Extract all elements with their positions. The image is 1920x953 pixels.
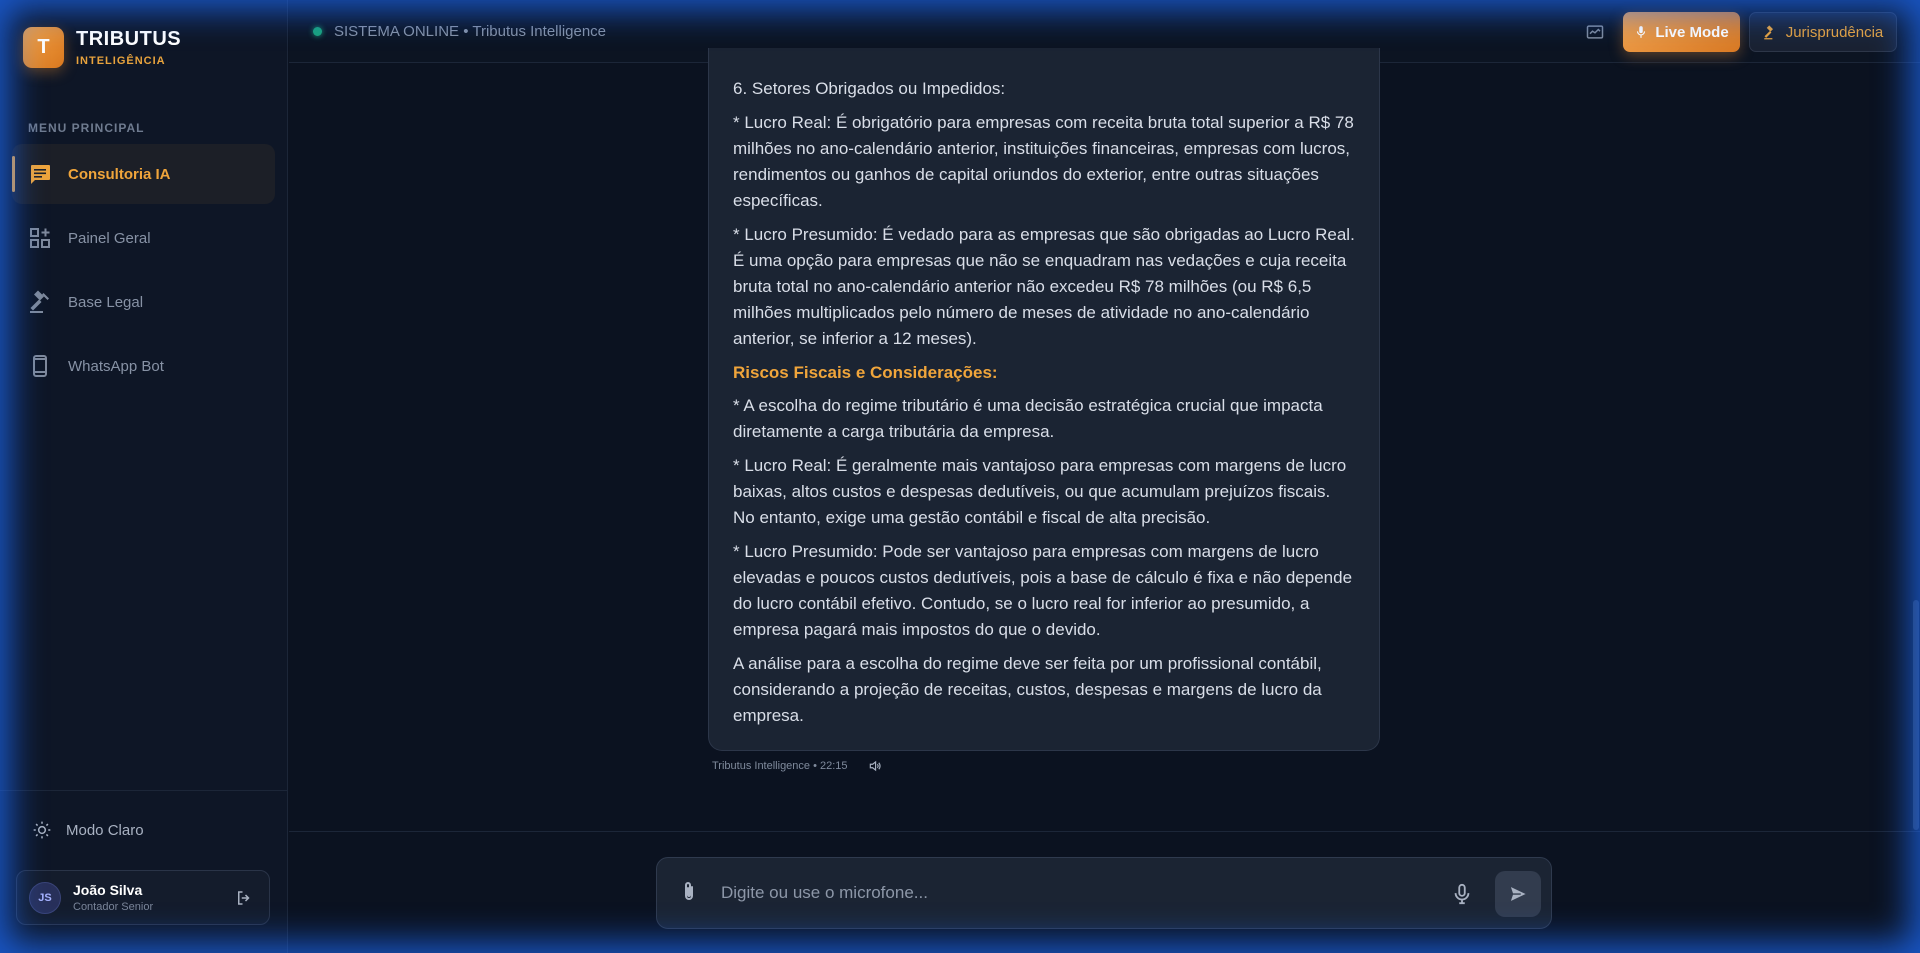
live-mode-button[interactable]: Live Mode	[1623, 12, 1740, 52]
system-status: SISTEMA ONLINE • Tributus Intelligence	[313, 23, 606, 40]
speaker-icon[interactable]	[868, 759, 882, 773]
chat-icon	[31, 165, 50, 184]
sidebar: T TRIBUTUS INTELIGÊNCIA MENU PRINCIPAL C…	[0, 0, 288, 953]
logout-icon[interactable]	[235, 889, 253, 907]
message-composer	[656, 857, 1552, 929]
message-paragraph: * Lucro Real: É obrigatório para empresa…	[733, 113, 1354, 210]
gavel-icon	[30, 290, 49, 313]
jurisprudence-label: Jurisprudência	[1785, 23, 1884, 41]
menu-section-title: MENU PRINCIPAL	[28, 121, 145, 135]
brand[interactable]: T TRIBUTUS INTELIGÊNCIA	[23, 27, 181, 68]
sidebar-item-base-legal[interactable]: Base Legal	[12, 272, 275, 332]
sun-icon	[33, 821, 51, 839]
live-mode-label: Live Mode	[1655, 23, 1729, 41]
dashboard-icon	[30, 228, 50, 248]
message-paragraph: * Lucro Real: É geralmente mais vantajos…	[733, 456, 1347, 527]
sidebar-item-label: Painel Geral	[68, 229, 151, 247]
message-paragraph: * A escolha do regime tributário é uma d…	[733, 396, 1323, 441]
main-menu: Consultoria IA Painel Geral Base Legal W…	[12, 144, 275, 400]
sidebar-item-whatsapp-bot[interactable]: WhatsApp Bot	[12, 336, 275, 396]
message-paragraph: 6. Setores Obrigados ou Impedidos:	[733, 79, 1006, 98]
brand-name: TRIBUTUS	[76, 28, 182, 50]
message-author-time: Tributus Intelligence • 22:15	[712, 760, 848, 772]
smartphone-icon	[33, 355, 47, 377]
paperclip-icon[interactable]	[677, 880, 701, 904]
message-paragraph: * Lucro Presumido: Pode ser vantajoso pa…	[733, 542, 1353, 639]
send-icon	[1508, 884, 1529, 904]
sidebar-item-label: WhatsApp Bot	[68, 357, 164, 375]
mic-icon	[1637, 26, 1646, 38]
user-role: Contador Senior	[73, 901, 154, 913]
brand-logo: T	[23, 27, 64, 68]
user-card[interactable]: JS João Silva Contador Senior	[16, 870, 270, 925]
sidebar-item-label: Base Legal	[68, 293, 144, 311]
assistant-message-bubble: 6. Setores Obrigados ou Impedidos: * Luc…	[708, 48, 1380, 751]
avatar: JS	[29, 881, 61, 914]
status-text: SISTEMA ONLINE • Tributus Intelligence	[334, 23, 607, 40]
message-meta: Tributus Intelligence • 22:15	[712, 759, 882, 773]
sidebar-item-label: Consultoria IA	[68, 165, 171, 183]
message-paragraph: * Lucro Presumido: É vedado para as empr…	[733, 225, 1355, 348]
chat-scrollbar-thumb[interactable]	[1913, 600, 1919, 830]
message-section-heading: Riscos Fiscais e Considerações:	[733, 363, 998, 382]
send-button[interactable]	[1495, 871, 1541, 917]
sidebar-divider	[0, 790, 288, 791]
status-dot	[313, 27, 322, 36]
user-name: João Silva	[73, 882, 143, 898]
mode-toggle-label: Modo Claro	[66, 821, 144, 839]
gavel-icon	[1763, 24, 1773, 39]
message-paragraph: A análise para a escolha do regime deve …	[733, 654, 1322, 725]
light-mode-toggle[interactable]: Modo Claro	[32, 820, 144, 840]
brand-subtitle: INTELIGÊNCIA	[76, 55, 166, 67]
jurisprudence-button[interactable]: Jurisprudência	[1749, 12, 1897, 52]
sidebar-item-painel-geral[interactable]: Painel Geral	[12, 208, 275, 268]
microphone-icon[interactable]	[1451, 883, 1473, 905]
monitor-icon[interactable]	[1585, 22, 1605, 42]
message-input[interactable]	[721, 876, 1421, 910]
composer-divider	[289, 831, 1920, 832]
sidebar-item-consultoria-ia[interactable]: Consultoria IA	[12, 144, 275, 204]
